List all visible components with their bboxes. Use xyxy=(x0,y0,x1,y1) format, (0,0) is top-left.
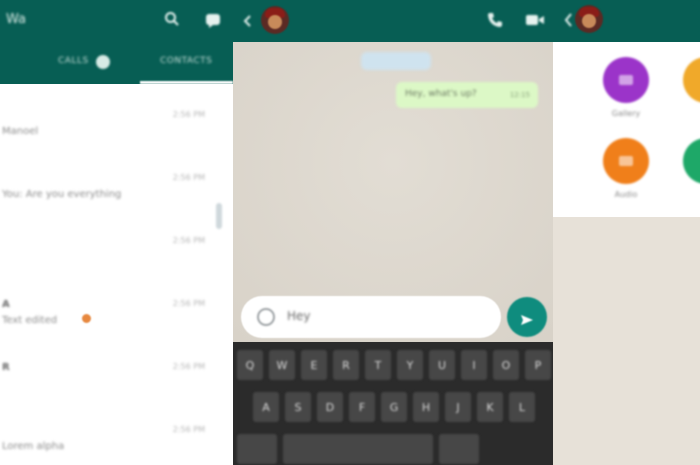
attach-app-bar xyxy=(553,0,700,42)
key-s[interactable]: S xyxy=(285,392,311,422)
audio-icon xyxy=(603,138,649,184)
attach-item-location[interactable] xyxy=(683,57,700,103)
backspace-key[interactable] xyxy=(439,434,479,464)
key-a[interactable]: A xyxy=(253,392,279,422)
attach-screen: Gallery Audio xyxy=(553,0,700,465)
message-time: 12:15 xyxy=(509,91,530,99)
list-item[interactable]: R 2:56 PM xyxy=(0,336,233,399)
tab-contacts[interactable]: CONTACTS xyxy=(160,56,212,66)
list-item-time: 2:56 PM xyxy=(172,236,205,245)
scrollbar-thumb[interactable] xyxy=(216,203,222,229)
list-item-title: Manoel xyxy=(2,126,39,137)
list-item-time: 2:56 PM xyxy=(172,425,205,434)
message-input[interactable]: Hey xyxy=(241,296,501,338)
key-l[interactable]: L xyxy=(509,392,535,422)
location-icon xyxy=(683,57,700,103)
key-f[interactable]: F xyxy=(349,392,375,422)
attach-label: Audio xyxy=(614,190,638,199)
list-item[interactable]: 2:56 PM You: Are you everything xyxy=(0,147,233,210)
tab-bar: CALLS CONTACTS xyxy=(0,42,233,84)
list-item-title: Lorem alpha xyxy=(2,441,65,452)
list-item-title: You: Are you everything xyxy=(2,189,122,200)
key-t[interactable]: T xyxy=(365,350,391,380)
key-d[interactable]: D xyxy=(317,392,343,422)
list-item-time: 2:56 PM xyxy=(172,299,205,308)
app-bar: Wa xyxy=(0,0,233,42)
key-w[interactable]: W xyxy=(269,350,295,380)
attach-item-audio[interactable]: Audio xyxy=(603,138,649,199)
key-r[interactable]: R xyxy=(333,350,359,380)
emoji-icon[interactable] xyxy=(257,308,275,326)
attach-item-contact[interactable] xyxy=(683,138,700,184)
key-i[interactable]: I xyxy=(461,350,487,380)
gallery-icon xyxy=(603,57,649,103)
list-item-title: Text edited xyxy=(2,315,58,326)
send-button[interactable] xyxy=(507,297,547,337)
chat-list-screen: Wa CALLS CONTACTS 2:56 PM Manoel 2:56 PM… xyxy=(0,0,233,465)
list-item[interactable]: A 2:56 PM Text edited xyxy=(0,273,233,336)
chat-icon[interactable] xyxy=(205,11,221,29)
list-item[interactable]: 2:56 PM Manoel xyxy=(0,84,233,147)
conversation-app-bar xyxy=(233,0,553,42)
key-h[interactable]: H xyxy=(413,392,439,422)
key-y[interactable]: Y xyxy=(397,350,423,380)
phone-icon[interactable] xyxy=(486,11,504,29)
key-k[interactable]: K xyxy=(477,392,503,422)
keyboard-row: QWERTYUIOP xyxy=(237,350,551,382)
key-q[interactable]: Q xyxy=(237,350,263,380)
keyboard: QWERTYUIOP ASDFGHJKL xyxy=(233,342,553,465)
key-j[interactable]: J xyxy=(445,392,471,422)
list-item-time: 2:56 PM xyxy=(172,110,205,119)
list-item-time: 2:56 PM xyxy=(172,173,205,182)
list-item-time: 2:56 PM xyxy=(172,362,205,371)
back-arrow-icon[interactable] xyxy=(241,13,255,27)
tab-calls[interactable]: CALLS xyxy=(58,56,89,66)
attach-label: Gallery xyxy=(611,109,641,118)
key-g[interactable]: G xyxy=(381,392,407,422)
keyboard-row xyxy=(237,434,479,465)
contact-icon xyxy=(683,138,700,184)
attach-item-gallery[interactable]: Gallery xyxy=(603,57,649,118)
conversation-screen: Hey, what's up? 12:15 Hey QWERTYUIOP ASD… xyxy=(233,0,553,465)
key-e[interactable]: E xyxy=(301,350,327,380)
key-p[interactable]: P xyxy=(525,350,551,380)
attach-menu: Gallery Audio xyxy=(553,42,700,217)
list-item-mark: A xyxy=(2,299,10,310)
search-icon[interactable] xyxy=(164,11,180,27)
list-item-mark: R xyxy=(2,362,10,373)
avatar[interactable] xyxy=(575,5,603,33)
message-input-value: Hey xyxy=(287,309,311,323)
keyboard-row: ASDFGHJKL xyxy=(253,392,535,424)
key-u[interactable]: U xyxy=(429,350,455,380)
key-o[interactable]: O xyxy=(493,350,519,380)
avatar[interactable] xyxy=(261,6,289,34)
chat-list: 2:56 PM Manoel 2:56 PM You: Are you ever… xyxy=(0,84,233,462)
message-bubble[interactable]: Hey, what's up? 12:15 xyxy=(396,82,538,108)
tab-badge xyxy=(96,55,110,69)
video-call-icon[interactable] xyxy=(525,11,545,29)
send-icon xyxy=(520,311,534,325)
list-item[interactable]: 2:56 PM Lorem alpha xyxy=(0,399,233,462)
emoji-icon xyxy=(82,314,91,323)
list-item[interactable]: 2:56 PM xyxy=(0,210,233,273)
app-title: Wa xyxy=(6,12,26,27)
space-key[interactable] xyxy=(283,434,433,464)
date-chip xyxy=(361,52,431,70)
shift-key[interactable] xyxy=(237,434,277,464)
message-text: Hey, what's up? xyxy=(405,89,477,99)
